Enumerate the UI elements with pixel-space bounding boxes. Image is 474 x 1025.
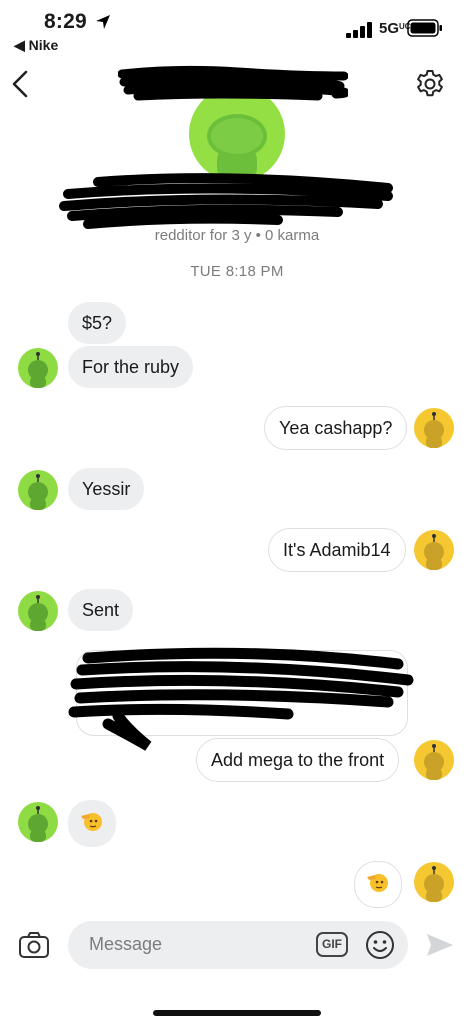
my-avatar[interactable] [414, 740, 454, 780]
camera-icon[interactable] [18, 929, 50, 961]
message-bubble-incoming[interactable]: $5? [68, 302, 127, 344]
date-divider: TUE 8:18 PM [190, 263, 284, 280]
message-bubble-outgoing[interactable]: Yea cashapp? [264, 406, 408, 450]
message-bubble-incoming[interactable]: Sent [68, 589, 134, 631]
snoo-avatar-icon [28, 352, 48, 388]
snoo-avatar-icon [424, 744, 444, 780]
snoo-avatar-icon [28, 806, 48, 842]
saluting-face-icon [81, 813, 102, 831]
message-bubble-incoming-emoji[interactable]: 🫡 [68, 800, 116, 847]
message-bubble-incoming[interactable]: For the ruby [68, 346, 194, 388]
message-bubble-outgoing-emoji[interactable]: 🫡 [354, 861, 402, 908]
sender-avatar[interactable] [18, 470, 58, 510]
snoo-avatar-icon [28, 474, 48, 510]
snoo-avatar-icon [424, 866, 444, 902]
message-input-placeholder: Message [89, 934, 163, 954]
my-avatar[interactable] [414, 408, 454, 448]
location-arrow-icon [96, 15, 110, 29]
battery-icon [407, 19, 442, 37]
snoo-avatar-icon [207, 114, 267, 182]
network-type: 5GUC [379, 20, 411, 37]
sender-avatar[interactable] [18, 591, 58, 631]
profile-meta: redditor for 3 y • 0 karma [154, 227, 320, 244]
sender-avatar[interactable] [18, 348, 58, 388]
cellular-signal-icon [346, 22, 372, 38]
back-chevron-icon[interactable] [8, 68, 32, 100]
saluting-face-icon [367, 874, 388, 892]
message-bubble-incoming[interactable]: Yessir [68, 468, 145, 510]
snoo-avatar-icon [28, 595, 48, 631]
gif-button[interactable]: GIF [316, 932, 348, 957]
settings-gear-icon[interactable] [414, 68, 446, 100]
message-bubble-outgoing-redacted[interactable] [76, 650, 408, 736]
home-indicator[interactable] [153, 1010, 321, 1016]
my-avatar[interactable] [414, 530, 454, 570]
emoji-icon[interactable] [364, 929, 396, 961]
status-time: 8:29 [44, 10, 87, 33]
snoo-avatar-icon [424, 534, 444, 570]
back-to-app-link[interactable]: ◀ Nike [14, 37, 58, 54]
profile-avatar[interactable] [189, 86, 285, 182]
message-bubble-outgoing[interactable]: It's Adamib14 [268, 528, 406, 572]
snoo-avatar-icon [424, 412, 444, 448]
message-bubble-outgoing[interactable]: Add mega to the front [196, 738, 400, 782]
sender-avatar[interactable] [18, 802, 58, 842]
send-icon[interactable] [425, 932, 455, 958]
my-avatar[interactable] [414, 862, 454, 902]
